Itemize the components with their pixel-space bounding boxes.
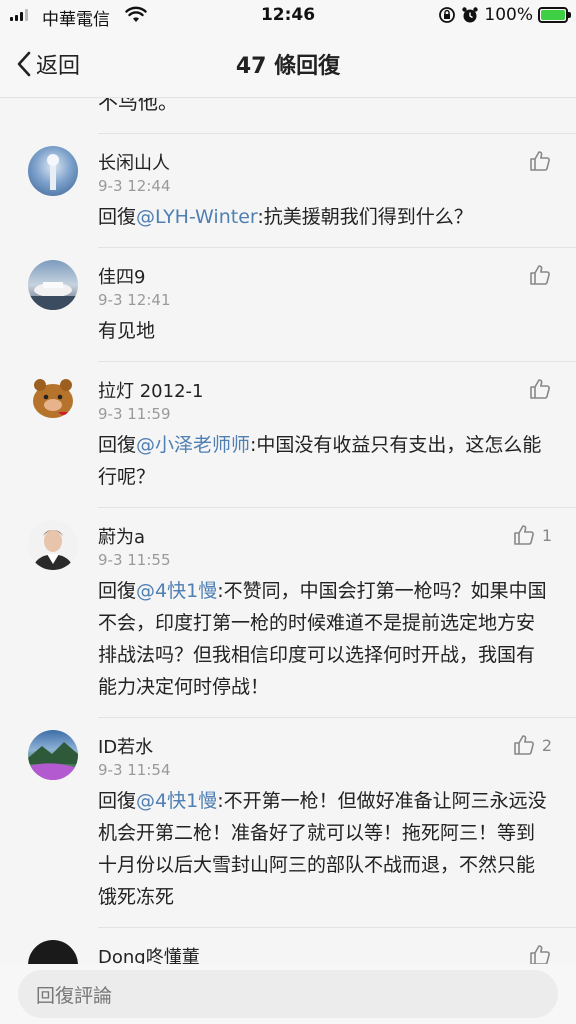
thumbs-up-icon	[530, 945, 550, 964]
commenter-name[interactable]: 拉灯 2012-1	[98, 377, 203, 403]
commenter-name[interactable]: Dong咚懂董	[98, 943, 200, 964]
avatar[interactable]	[28, 730, 78, 780]
reply-prefix: 回復	[98, 434, 137, 456]
avatar[interactable]	[28, 260, 78, 310]
mention-link[interactable]: @小泽老师师	[136, 434, 250, 456]
like-button[interactable]: 1	[512, 523, 552, 547]
reply-input[interactable]: 回復評論	[18, 970, 558, 1018]
thumbs-up-icon	[530, 379, 550, 399]
thumbs-up-icon	[530, 151, 550, 171]
commenter-name[interactable]: ID若水	[98, 733, 153, 759]
divider	[98, 361, 576, 362]
comment-list[interactable]: 不鸟他。 长闲山人 9-3 12:44 回復@LYH-Winter:抗美援朝我们…	[0, 98, 576, 964]
reply-prefix: 回復	[98, 790, 137, 812]
comment-text: 有见地	[98, 320, 156, 342]
divider	[98, 507, 576, 508]
previous-comment-text: 不鸟他。	[98, 98, 178, 114]
comment-date: 9-3 12:41	[98, 291, 171, 309]
like-count: 2	[541, 735, 552, 755]
like-count: 1	[541, 525, 552, 545]
avatar[interactable]	[28, 520, 78, 570]
thumbs-up-icon	[514, 525, 534, 545]
divider	[98, 247, 576, 248]
divider	[98, 927, 576, 928]
alarm-icon	[462, 7, 479, 23]
thumbs-up-icon	[514, 735, 534, 755]
mention-link[interactable]: @LYH-Winter	[136, 206, 257, 228]
comment-item: 蔚为a 9-3 11:55 回復@4快1慢:不赞同，中国会打第一枪吗？如果中国不…	[0, 507, 576, 717]
comment-date: 9-3 11:55	[98, 551, 171, 569]
divider	[98, 717, 576, 718]
comment-item: Dong咚懂董	[0, 927, 576, 964]
comment-item: 长闲山人 9-3 12:44 回復@LYH-Winter:抗美援朝我们得到什么？	[0, 133, 576, 247]
comment-body: 有见地	[98, 315, 548, 347]
like-button[interactable]	[528, 943, 552, 964]
page-title: 47 條回復	[235, 54, 341, 79]
avatar[interactable]	[28, 374, 78, 424]
divider	[98, 133, 576, 134]
comment-item: 拉灯 2012-1 9-3 11:59 回復@小泽老师师:中国没有收益只有支出，…	[0, 361, 576, 507]
commenter-name[interactable]: 蔚为a	[98, 523, 145, 549]
comment-item: ID若水 9-3 11:54 回復@4快1慢:不开第一枪！但做好准备让阿三永远没…	[0, 717, 576, 927]
like-button[interactable]	[528, 149, 552, 173]
like-button[interactable]	[528, 263, 552, 287]
reply-bar: 回復評論	[0, 964, 576, 1024]
navigation-bar: 返回 47 條回復	[0, 34, 576, 98]
like-button[interactable]: 2	[512, 733, 552, 757]
thumbs-up-icon	[530, 265, 550, 285]
comment-body: 回復@4快1慢:不开第一枪！但做好准备让阿三永远没机会开第二枪！准备好了就可以等…	[98, 785, 548, 913]
avatar-image	[33, 530, 73, 570]
comment-body: 回復@LYH-Winter:抗美援朝我们得到什么？	[98, 201, 548, 233]
avatar[interactable]	[28, 940, 78, 964]
comment-date: 9-3 11:54	[98, 761, 171, 779]
comment-body: 回復@4快1慢:不赞同，中国会打第一枪吗？如果中国不会，印度打第一枪的时候难道不…	[98, 575, 548, 703]
reply-prefix: 回復	[98, 580, 137, 602]
mention-link[interactable]: @4快1慢	[136, 790, 217, 812]
commenter-name[interactable]: 佳四9	[98, 263, 145, 289]
comment-body: 回復@小泽老师师:中国没有收益只有支出，这怎么能行呢？	[98, 429, 548, 493]
like-button[interactable]	[528, 377, 552, 401]
avatar-image	[33, 379, 73, 418]
comment-date: 9-3 12:44	[98, 177, 171, 195]
avatar-image	[47, 154, 59, 190]
mention-link[interactable]: @4快1慢	[136, 580, 217, 602]
battery-percentage: 100%	[484, 5, 533, 25]
battery-icon	[538, 7, 571, 23]
rotation-lock-icon	[439, 7, 456, 23]
comment-item: 佳四9 9-3 12:41 有见地	[0, 247, 576, 361]
reply-prefix: 回復	[98, 206, 137, 228]
avatar[interactable]	[28, 146, 78, 196]
commenter-name[interactable]: 长闲山人	[98, 149, 170, 175]
avatar-image	[28, 742, 78, 780]
comment-date: 9-3 11:59	[98, 405, 171, 423]
avatar-image	[28, 282, 78, 310]
comment-text: :抗美援朝我们得到什么？	[257, 206, 473, 228]
status-bar: 中華電信 12:46 100%	[0, 0, 576, 34]
